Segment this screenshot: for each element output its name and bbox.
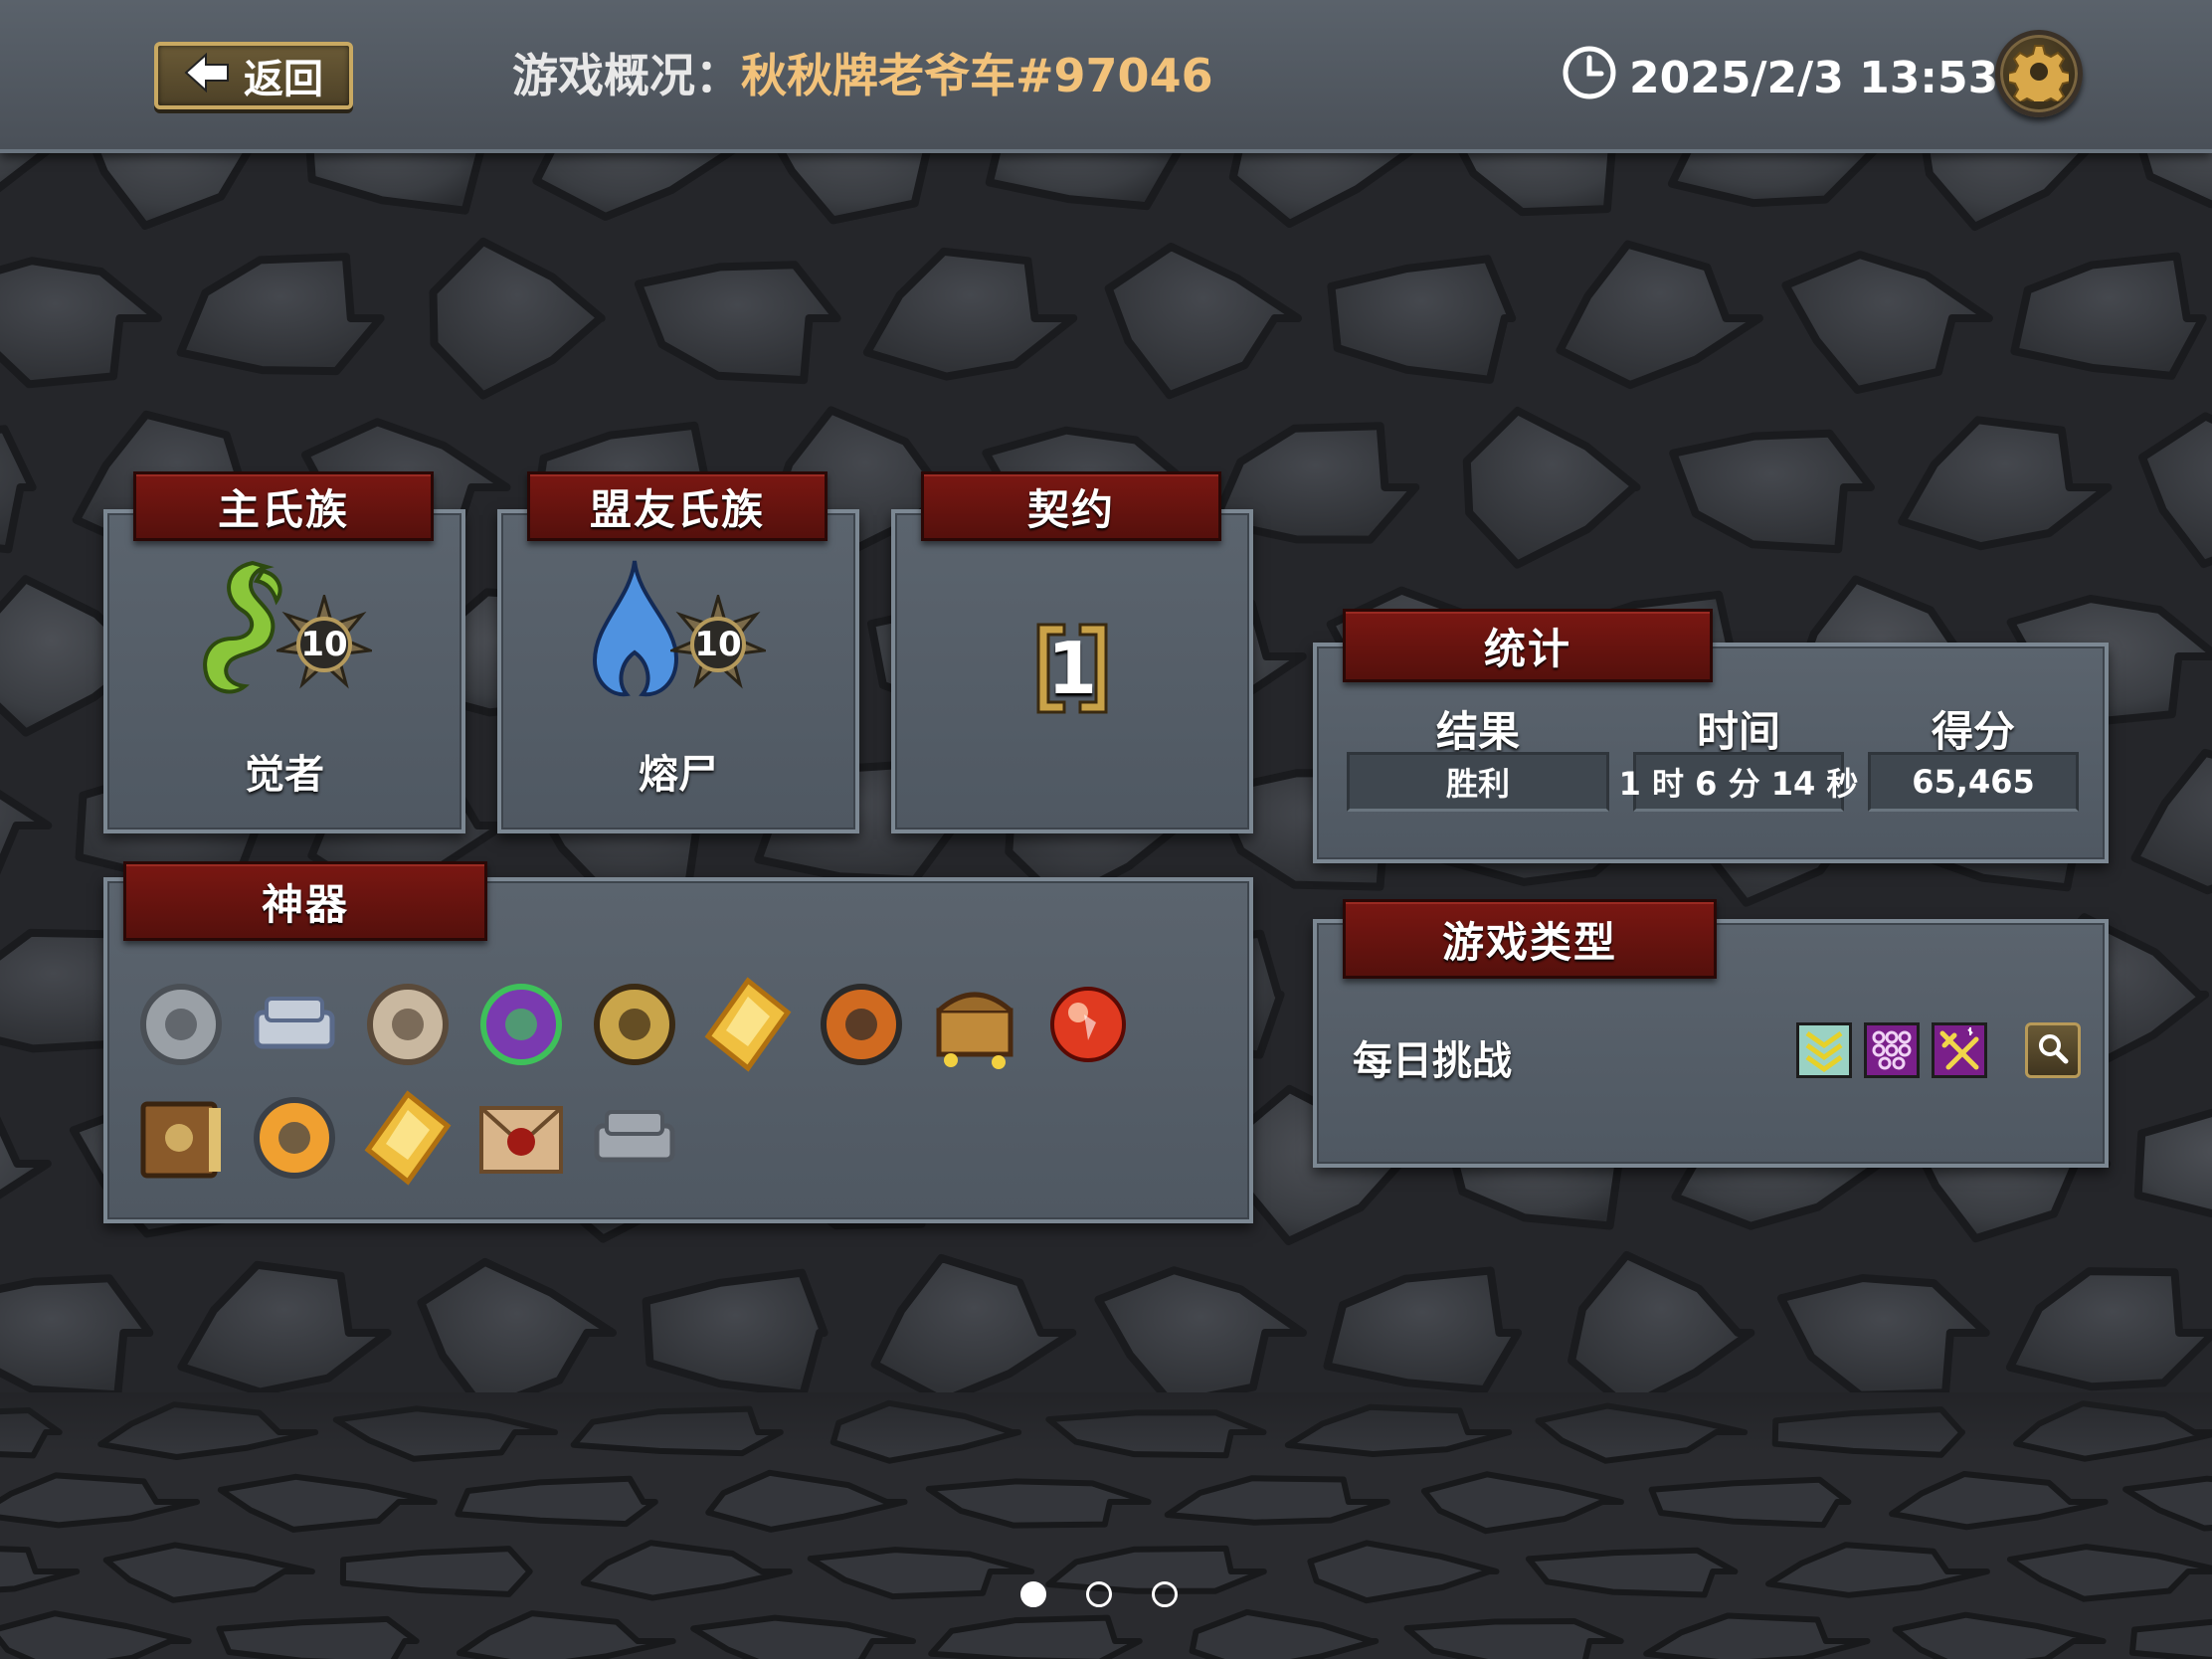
treasure-chest-icon[interactable] xyxy=(923,973,1026,1076)
score-header: 得分 xyxy=(1931,707,2015,756)
time-header: 时间 xyxy=(1696,707,1780,756)
pact-panel: 1 xyxy=(891,509,1253,833)
search-button[interactable] xyxy=(2025,1022,2081,1078)
purple-cloth-icon[interactable] xyxy=(469,973,573,1076)
pact-badge: 1 xyxy=(1024,619,1120,718)
grindstone-icon[interactable] xyxy=(356,973,460,1076)
page-dot[interactable] xyxy=(1020,1581,1046,1607)
game-type-label: 每日挑战 xyxy=(1353,1038,1512,1084)
axe-lantern-icon[interactable] xyxy=(810,973,913,1076)
time-value: 1 时 6 分 14 秒 xyxy=(1619,752,1858,812)
ancient-tome-icon[interactable] xyxy=(129,1086,233,1190)
pact-title: 契约 xyxy=(921,471,1221,541)
game-type-title: 游戏类型 xyxy=(1343,899,1717,979)
page-dot[interactable] xyxy=(1086,1581,1112,1607)
ally-clan-name: 熔尸 xyxy=(639,752,718,798)
blue-flame-icon xyxy=(587,559,682,702)
armor-breastplate-icon[interactable] xyxy=(129,973,233,1076)
arrow-left-icon xyxy=(184,52,230,99)
stats-table: 结果 时间 得分 胜利 1 时 6 分 14 秒 65,465 xyxy=(1317,698,2105,857)
title-label: 游戏概况： xyxy=(512,49,741,102)
clan-level-text: 10 xyxy=(300,625,348,664)
magnifier-icon xyxy=(2036,1031,2070,1069)
main-clan-panel: 10 觉者 xyxy=(103,509,465,833)
steel-bars-icon[interactable] xyxy=(583,1086,686,1190)
ally-clan-panel: 10 熔尸 xyxy=(497,509,859,833)
crossed-swords-icon[interactable] xyxy=(1932,1022,1987,1078)
page-dot[interactable] xyxy=(1152,1581,1178,1607)
main-clan-name: 觉者 xyxy=(245,752,324,798)
pact-value: 1 xyxy=(1046,627,1098,710)
game-datetime: 2025/2/3 13:53 xyxy=(1562,46,1999,107)
dots-grid-icon[interactable] xyxy=(1864,1022,1920,1078)
datetime-text: 2025/2/3 13:53 xyxy=(1629,52,1999,103)
score-value: 65,465 xyxy=(1868,752,2079,812)
player-name: 秋秋牌老爷车#97046 xyxy=(741,49,1213,102)
result-header: 结果 xyxy=(1435,707,1520,756)
artifacts-title: 神器 xyxy=(123,861,487,941)
clan-level-badge: 10 xyxy=(670,595,766,690)
main-clan-title: 主氏族 xyxy=(133,471,434,541)
stats-title: 统计 xyxy=(1343,609,1713,682)
back-label: 返回 xyxy=(244,57,323,102)
back-button[interactable]: 返回 xyxy=(154,42,353,109)
ally-clan-title: 盟友氏族 xyxy=(527,471,828,541)
silver-ingots-icon[interactable] xyxy=(243,973,346,1076)
top-bar: 返回 游戏概况：秋秋牌老爷车#97046 2025/2/3 13:53 xyxy=(0,0,2212,153)
gear-icon xyxy=(2006,42,2072,110)
chevrons-down-icon[interactable] xyxy=(1796,1022,1852,1078)
clan-level-badge: 10 xyxy=(276,595,372,690)
compass-ring-icon[interactable] xyxy=(583,973,686,1076)
settings-button[interactable] xyxy=(1995,30,2083,117)
clan-level-text: 10 xyxy=(694,625,742,664)
result-value: 胜利 xyxy=(1347,752,1609,812)
clock-icon xyxy=(1562,45,1617,111)
sealed-letter-icon[interactable] xyxy=(469,1086,573,1190)
green-tendril-icon xyxy=(193,559,288,702)
page-indicator xyxy=(1020,1581,1190,1613)
gold-crystal-icon[interactable] xyxy=(356,1086,460,1190)
red-orb-icon[interactable] xyxy=(1036,973,1140,1076)
brazier-icon[interactable] xyxy=(243,1086,346,1190)
gold-crystal-icon[interactable] xyxy=(696,973,800,1076)
page-title: 游戏概况：秋秋牌老爷车#97046 xyxy=(512,46,1213,105)
